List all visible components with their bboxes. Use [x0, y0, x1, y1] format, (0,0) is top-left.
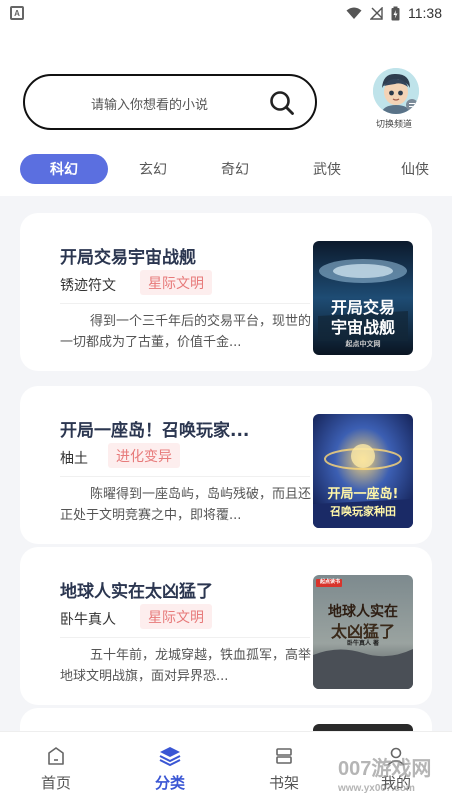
book-title[interactable]: 开局交易宇宙战舰 — [60, 243, 260, 268]
cover-author: 卧牛真人 著 — [346, 640, 380, 647]
cover-title-line1: 开局一座岛! — [327, 487, 399, 502]
book-description: 五十年前，龙城穿越，铁血孤军，高举地球文明战旗，面对异界恐... — [60, 648, 312, 684]
card-divider — [60, 303, 310, 304]
book-title[interactable]: 地球人实在太凶猛了 — [60, 577, 260, 602]
book-card[interactable]: 开局交易宇宙战舰 锈迹符文 星际文明 得到一个三千年后的交易平台，现世的一切都成… — [20, 213, 432, 371]
layers-icon — [159, 747, 181, 767]
book-author: 锈迹符文 — [60, 278, 116, 294]
book-card[interactable]: 地球人实在太凶猛了 卧牛真人 星际文明 五十年前，龙城穿越，铁血孤军，高举地球文… — [20, 547, 432, 705]
cover-badge: 起点读书 — [319, 579, 340, 585]
watermark-brand: 007游戏网 — [338, 758, 432, 780]
search-placeholder: 请输入你想看的小说 — [91, 98, 209, 113]
cover-title-line2: 召唤玩家种田 — [330, 505, 396, 518]
cover-title-line2: 宇宙战舰 — [330, 318, 395, 337]
card-divider — [60, 637, 310, 638]
tab-xianxia[interactable]: 仙侠 — [390, 154, 440, 184]
nav-category[interactable]: 分类 — [130, 732, 210, 803]
book-card[interactable]: 开局一座岛！召唤玩家... 柚土 进化变异 陈曜得到一座岛屿，岛屿残破，而且还正… — [20, 386, 432, 544]
book-cover[interactable]: 起点读书 地球人实在 太凶猛了 卧牛真人 著 — [313, 575, 413, 689]
status-icons: 11:38 — [346, 5, 442, 21]
book-description: 陈曜得到一座岛屿，岛屿残破，而且还正处于文明竞赛之中，即将覆... — [60, 487, 312, 523]
notification-a-icon: A — [10, 6, 24, 20]
nav-home[interactable]: 首页 — [16, 732, 96, 803]
nav-category-label: 分类 — [154, 774, 185, 792]
cover-title-line2: 太凶猛了 — [330, 622, 395, 641]
cover-title-line1: 开局交易 — [330, 298, 395, 317]
book-tag[interactable]: 星际文明 — [140, 270, 212, 295]
book-description: 得到一个三千年后的交易平台，现世的一切都成为了古董，价值千金... — [60, 314, 312, 350]
cover-publisher: 起点中文网 — [345, 340, 381, 348]
book-title[interactable]: 开局一座岛！召唤玩家... — [60, 416, 260, 441]
switch-channel-label: 切换频道 — [375, 120, 412, 130]
shelf-icon — [276, 748, 292, 764]
book-author: 卧牛真人 — [60, 612, 116, 628]
nav-home-label: 首页 — [40, 774, 71, 792]
card-divider — [60, 476, 310, 477]
tab-xuanhuan[interactable]: 玄幻 — [128, 154, 178, 184]
status-bar: A 11:38 — [0, 0, 452, 26]
no-signal-icon — [370, 6, 383, 20]
nav-bookshelf[interactable]: 书架 — [244, 732, 324, 803]
nav-bookshelf-label: 书架 — [268, 774, 299, 792]
tab-fantasy[interactable]: 奇幻 — [210, 154, 260, 184]
header: 请输入你想看的小说 切换频道 科幻 玄幻 奇幻 武侠 仙侠 — [0, 26, 452, 196]
cover-title-line1: 地球人实在 — [328, 604, 398, 620]
book-cover[interactable]: 开局交易 宇宙战舰 起点中文网 — [313, 241, 413, 355]
book-tag[interactable]: 星际文明 — [140, 604, 212, 629]
book-cover[interactable]: 开局一座岛! 召唤玩家种田 — [313, 414, 413, 528]
book-tag[interactable]: 进化变异 — [108, 443, 180, 468]
search-input[interactable]: 请输入你想看的小说 — [23, 74, 317, 130]
battery-charging-icon — [391, 6, 400, 20]
tab-scifi[interactable]: 科幻 — [20, 154, 108, 184]
status-time: 11:38 — [408, 5, 442, 21]
watermark: 007游戏网 www.yx007.com — [338, 752, 452, 800]
search-icon[interactable] — [269, 90, 295, 116]
home-icon — [48, 747, 64, 765]
book-author: 柚土 — [60, 451, 88, 467]
avatar-image — [373, 68, 419, 114]
wifi-icon — [346, 7, 362, 19]
tab-wuxia[interactable]: 武侠 — [302, 154, 352, 184]
category-tabs: 科幻 玄幻 奇幻 武侠 仙侠 — [0, 154, 452, 186]
switch-channel-button[interactable]: 切换频道 — [370, 68, 422, 130]
watermark-url: www.yx007.com — [338, 783, 415, 794]
avatar[interactable] — [373, 68, 419, 114]
